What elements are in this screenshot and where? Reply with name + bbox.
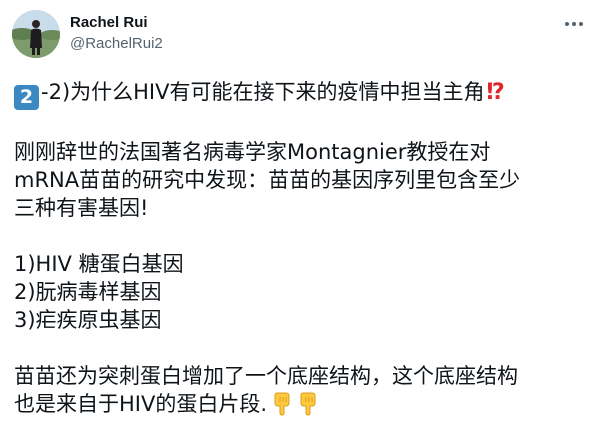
paragraph-line: 苗苗还为突刺蛋白增加了一个底座结构，这个底座结构 [14,364,518,388]
paragraph-line-last: 也是来自于HIV的蛋白片段. [14,390,592,418]
list-item: 2)朊病毒样基因 [14,280,162,304]
more-dot-icon [579,22,583,26]
tweet-line-title: 2 -2)为什么HIV有可能在接下来的疫情中担当主角⁉ [14,78,592,110]
more-dot-icon [565,22,569,26]
title-text: -2)为什么HIV有可能在接下来的疫情中担当主角 [41,80,485,104]
more-options-button[interactable] [560,14,588,34]
paragraph-line: 刚刚辞世的法国著名病毒学家Montagnier教授在对 [14,140,491,164]
list-item: 1)HIV 糖蛋白基因 [14,252,184,276]
exclamation-question-icon: ⁉ [486,80,504,105]
avatar[interactable] [12,10,60,58]
list-item: 3)疟疾原虫基因 [14,308,162,332]
tweet-text: 2 -2)为什么HIV有可能在接下来的疫情中担当主角⁉ 刚刚辞世的法国著名病毒学家… [14,78,592,418]
paragraph-text: 也是来自于HIV的蛋白片段. [14,392,268,416]
point-down-hand-icon [274,392,290,416]
user-handle[interactable]: @RachelRui2 [70,34,163,54]
avatar-photo-icon [12,10,60,58]
display-name[interactable]: Rachel Rui [70,14,163,32]
keycap-two-icon: 2 [14,85,39,110]
more-dot-icon [572,22,576,26]
paragraph-line: mRNA苗苗的研究中发现：苗苗的基因序列里包含至少 [14,168,521,192]
tweet-header: Rachel Rui @RachelRui2 [12,10,588,62]
paragraph-line: 三种有害基因! [14,196,149,220]
point-down-hand-icon [300,392,316,416]
user-names: Rachel Rui @RachelRui2 [70,14,163,54]
